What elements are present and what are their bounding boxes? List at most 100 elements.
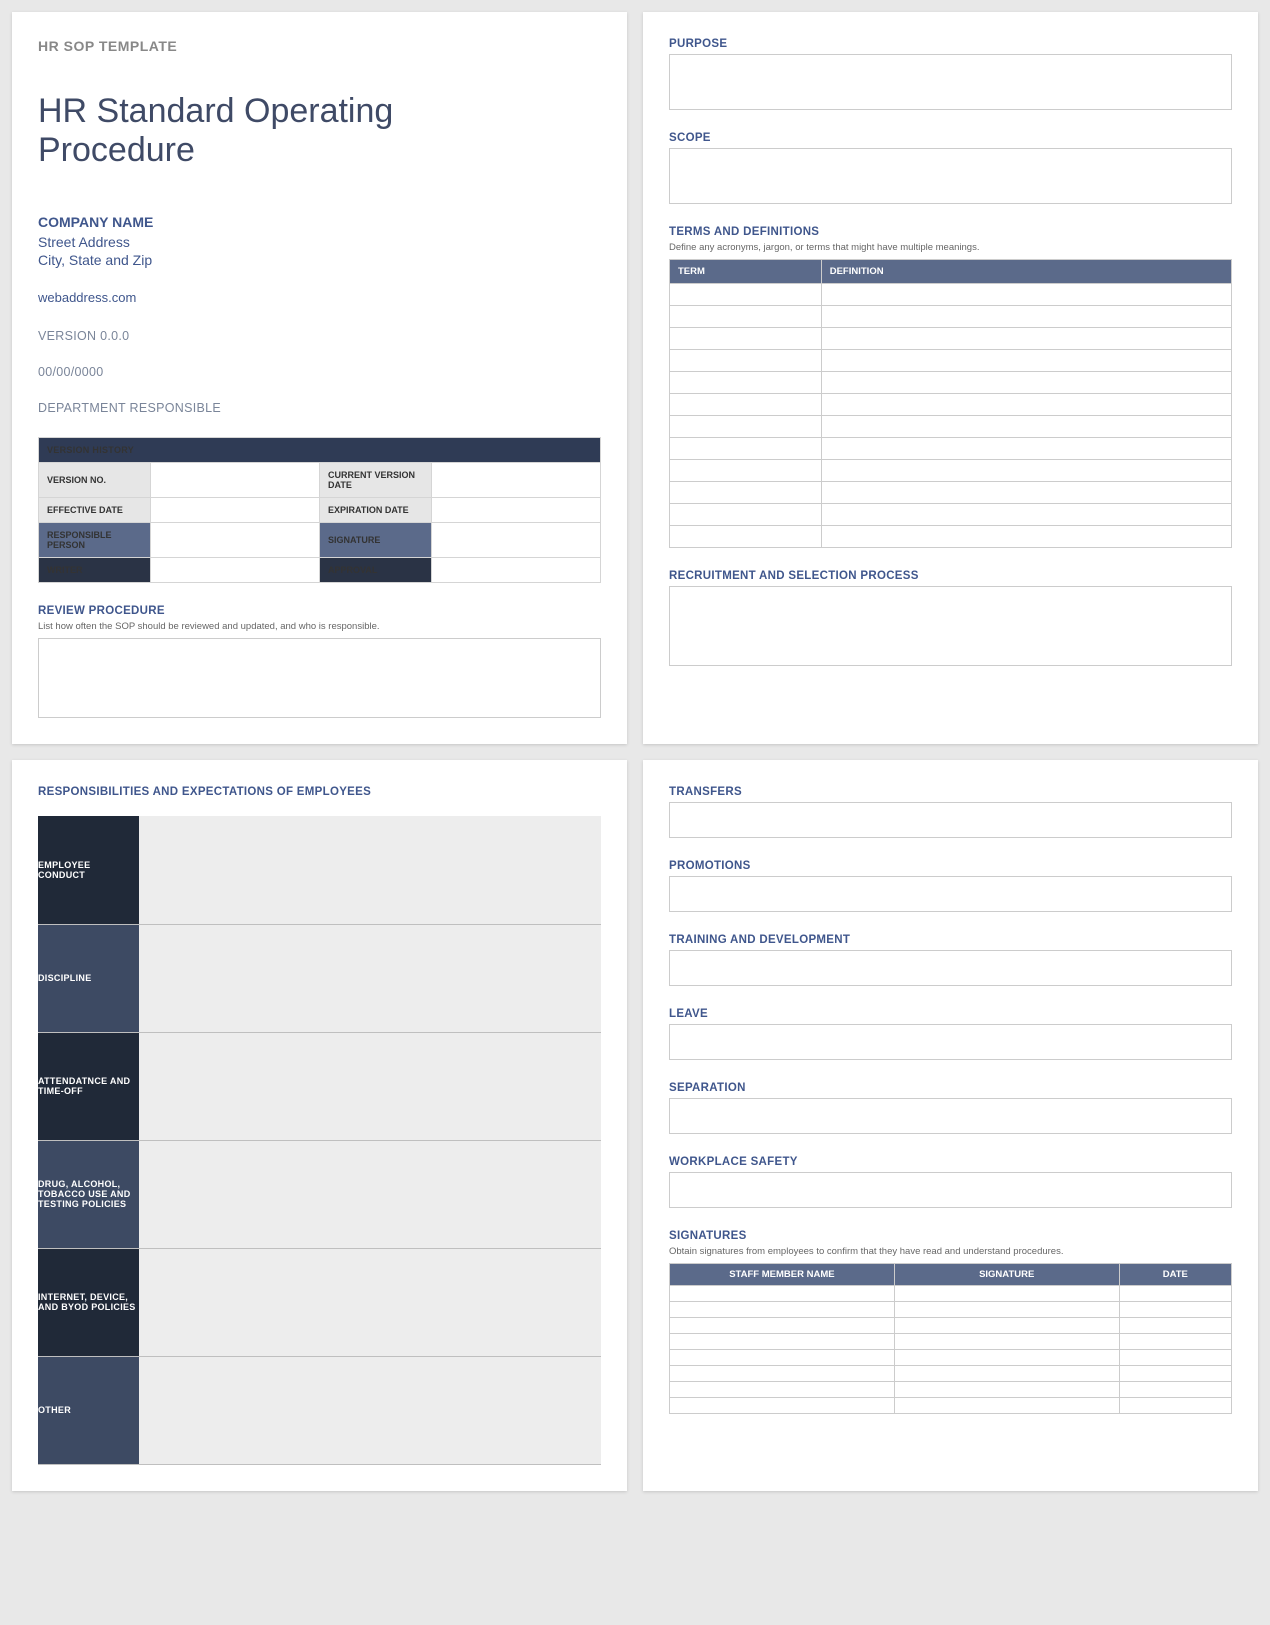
sig-name-cell[interactable]	[670, 1382, 895, 1398]
vh-value[interactable]	[432, 463, 601, 498]
term-cell[interactable]	[670, 284, 822, 306]
scope-title: SCOPE	[669, 132, 1232, 144]
responsibility-label: ATTENDATNCE AND TIME-OFF	[38, 1032, 139, 1140]
responsibility-label: OTHER	[38, 1356, 139, 1464]
sig-signature-cell[interactable]	[894, 1318, 1119, 1334]
definition-cell[interactable]	[821, 482, 1231, 504]
vh-value[interactable]	[151, 498, 320, 523]
recruitment-box[interactable]	[669, 586, 1232, 666]
training-title: TRAINING AND DEVELOPMENT	[669, 934, 1232, 946]
vh-value[interactable]	[151, 523, 320, 558]
definition-cell[interactable]	[821, 394, 1231, 416]
sig-signature-cell[interactable]	[894, 1350, 1119, 1366]
sig-date-cell[interactable]	[1119, 1350, 1231, 1366]
sig-name-cell[interactable]	[670, 1366, 895, 1382]
definition-cell[interactable]	[821, 372, 1231, 394]
term-cell[interactable]	[670, 372, 822, 394]
sig-signature-cell[interactable]	[894, 1366, 1119, 1382]
definition-cell[interactable]	[821, 306, 1231, 328]
term-cell[interactable]	[670, 306, 822, 328]
responsibility-body[interactable]	[139, 1356, 601, 1464]
definition-cell[interactable]	[821, 438, 1231, 460]
responsibility-label: DISCIPLINE	[38, 924, 139, 1032]
responsibility-body[interactable]	[139, 1248, 601, 1356]
definition-cell[interactable]	[821, 284, 1231, 306]
vh-value[interactable]	[432, 498, 601, 523]
sig-signature-cell[interactable]	[894, 1334, 1119, 1350]
term-cell[interactable]	[670, 416, 822, 438]
responsibility-body[interactable]	[139, 924, 601, 1032]
safety-box[interactable]	[669, 1172, 1232, 1208]
sig-header-date: DATE	[1119, 1264, 1231, 1286]
sig-name-cell[interactable]	[670, 1334, 895, 1350]
leave-box[interactable]	[669, 1024, 1232, 1060]
signatures-hint: Obtain signatures from employees to conf…	[669, 1246, 1232, 1257]
company-website: webaddress.com	[38, 290, 601, 305]
date-placeholder: 00/00/0000	[38, 365, 601, 379]
term-cell[interactable]	[670, 460, 822, 482]
responsibility-label: EMPLOYEE CONDUCT	[38, 816, 139, 924]
sig-header-signature: SIGNATURE	[894, 1264, 1119, 1286]
responsibility-label: DRUG, ALCOHOL, TOBACCO USE AND TESTING P…	[38, 1140, 139, 1248]
sig-signature-cell[interactable]	[894, 1398, 1119, 1414]
safety-title: WORKPLACE SAFETY	[669, 1156, 1232, 1168]
definition-cell[interactable]	[821, 416, 1231, 438]
leave-title: LEAVE	[669, 1008, 1232, 1020]
definition-cell[interactable]	[821, 526, 1231, 548]
sig-signature-cell[interactable]	[894, 1382, 1119, 1398]
page-2: PURPOSE SCOPE TERMS AND DEFINITIONS Defi…	[643, 12, 1258, 744]
definition-cell[interactable]	[821, 328, 1231, 350]
sig-date-cell[interactable]	[1119, 1302, 1231, 1318]
term-cell[interactable]	[670, 482, 822, 504]
responsibility-body[interactable]	[139, 1032, 601, 1140]
sig-signature-cell[interactable]	[894, 1302, 1119, 1318]
vh-label: RESPONSIBLE PERSON	[39, 523, 151, 558]
sig-name-cell[interactable]	[670, 1398, 895, 1414]
vh-value[interactable]	[432, 558, 601, 583]
vh-value[interactable]	[151, 463, 320, 498]
responsibilities-title: RESPONSIBILITIES AND EXPECTATIONS OF EMP…	[38, 786, 601, 798]
term-cell[interactable]	[670, 394, 822, 416]
company-name: COMPANY NAME	[38, 214, 601, 230]
sig-name-cell[interactable]	[670, 1302, 895, 1318]
sig-date-cell[interactable]	[1119, 1382, 1231, 1398]
terms-header-term: TERM	[670, 260, 822, 284]
separation-box[interactable]	[669, 1098, 1232, 1134]
transfers-box[interactable]	[669, 802, 1232, 838]
vh-value[interactable]	[432, 523, 601, 558]
training-box[interactable]	[669, 950, 1232, 986]
separation-title: SEPARATION	[669, 1082, 1232, 1094]
sig-name-cell[interactable]	[670, 1318, 895, 1334]
term-cell[interactable]	[670, 328, 822, 350]
review-procedure-hint: List how often the SOP should be reviewe…	[38, 621, 601, 632]
review-procedure-title: REVIEW PROCEDURE	[38, 605, 601, 617]
purpose-box[interactable]	[669, 54, 1232, 110]
sig-date-cell[interactable]	[1119, 1318, 1231, 1334]
sig-date-cell[interactable]	[1119, 1398, 1231, 1414]
vh-value[interactable]	[151, 558, 320, 583]
term-cell[interactable]	[670, 350, 822, 372]
sig-name-cell[interactable]	[670, 1286, 895, 1302]
promotions-box[interactable]	[669, 876, 1232, 912]
term-cell[interactable]	[670, 438, 822, 460]
document-title: HR Standard Operating Procedure	[38, 92, 418, 170]
scope-box[interactable]	[669, 148, 1232, 204]
company-city: City, State and Zip	[38, 252, 601, 268]
responsibility-body[interactable]	[139, 1140, 601, 1248]
review-procedure-box[interactable]	[38, 638, 601, 718]
sig-date-cell[interactable]	[1119, 1366, 1231, 1382]
sig-date-cell[interactable]	[1119, 1334, 1231, 1350]
responsibilities-table: EMPLOYEE CONDUCTDISCIPLINEATTENDATNCE AN…	[38, 816, 601, 1465]
responsibility-body[interactable]	[139, 816, 601, 924]
sig-name-cell[interactable]	[670, 1350, 895, 1366]
definition-cell[interactable]	[821, 504, 1231, 526]
purpose-title: PURPOSE	[669, 38, 1232, 50]
vh-label: EXPIRATION DATE	[319, 498, 431, 523]
sig-signature-cell[interactable]	[894, 1286, 1119, 1302]
term-cell[interactable]	[670, 526, 822, 548]
definition-cell[interactable]	[821, 460, 1231, 482]
sig-date-cell[interactable]	[1119, 1286, 1231, 1302]
definition-cell[interactable]	[821, 350, 1231, 372]
term-cell[interactable]	[670, 504, 822, 526]
responsibility-label: INTERNET, DEVICE, AND BYOD POLICIES	[38, 1248, 139, 1356]
